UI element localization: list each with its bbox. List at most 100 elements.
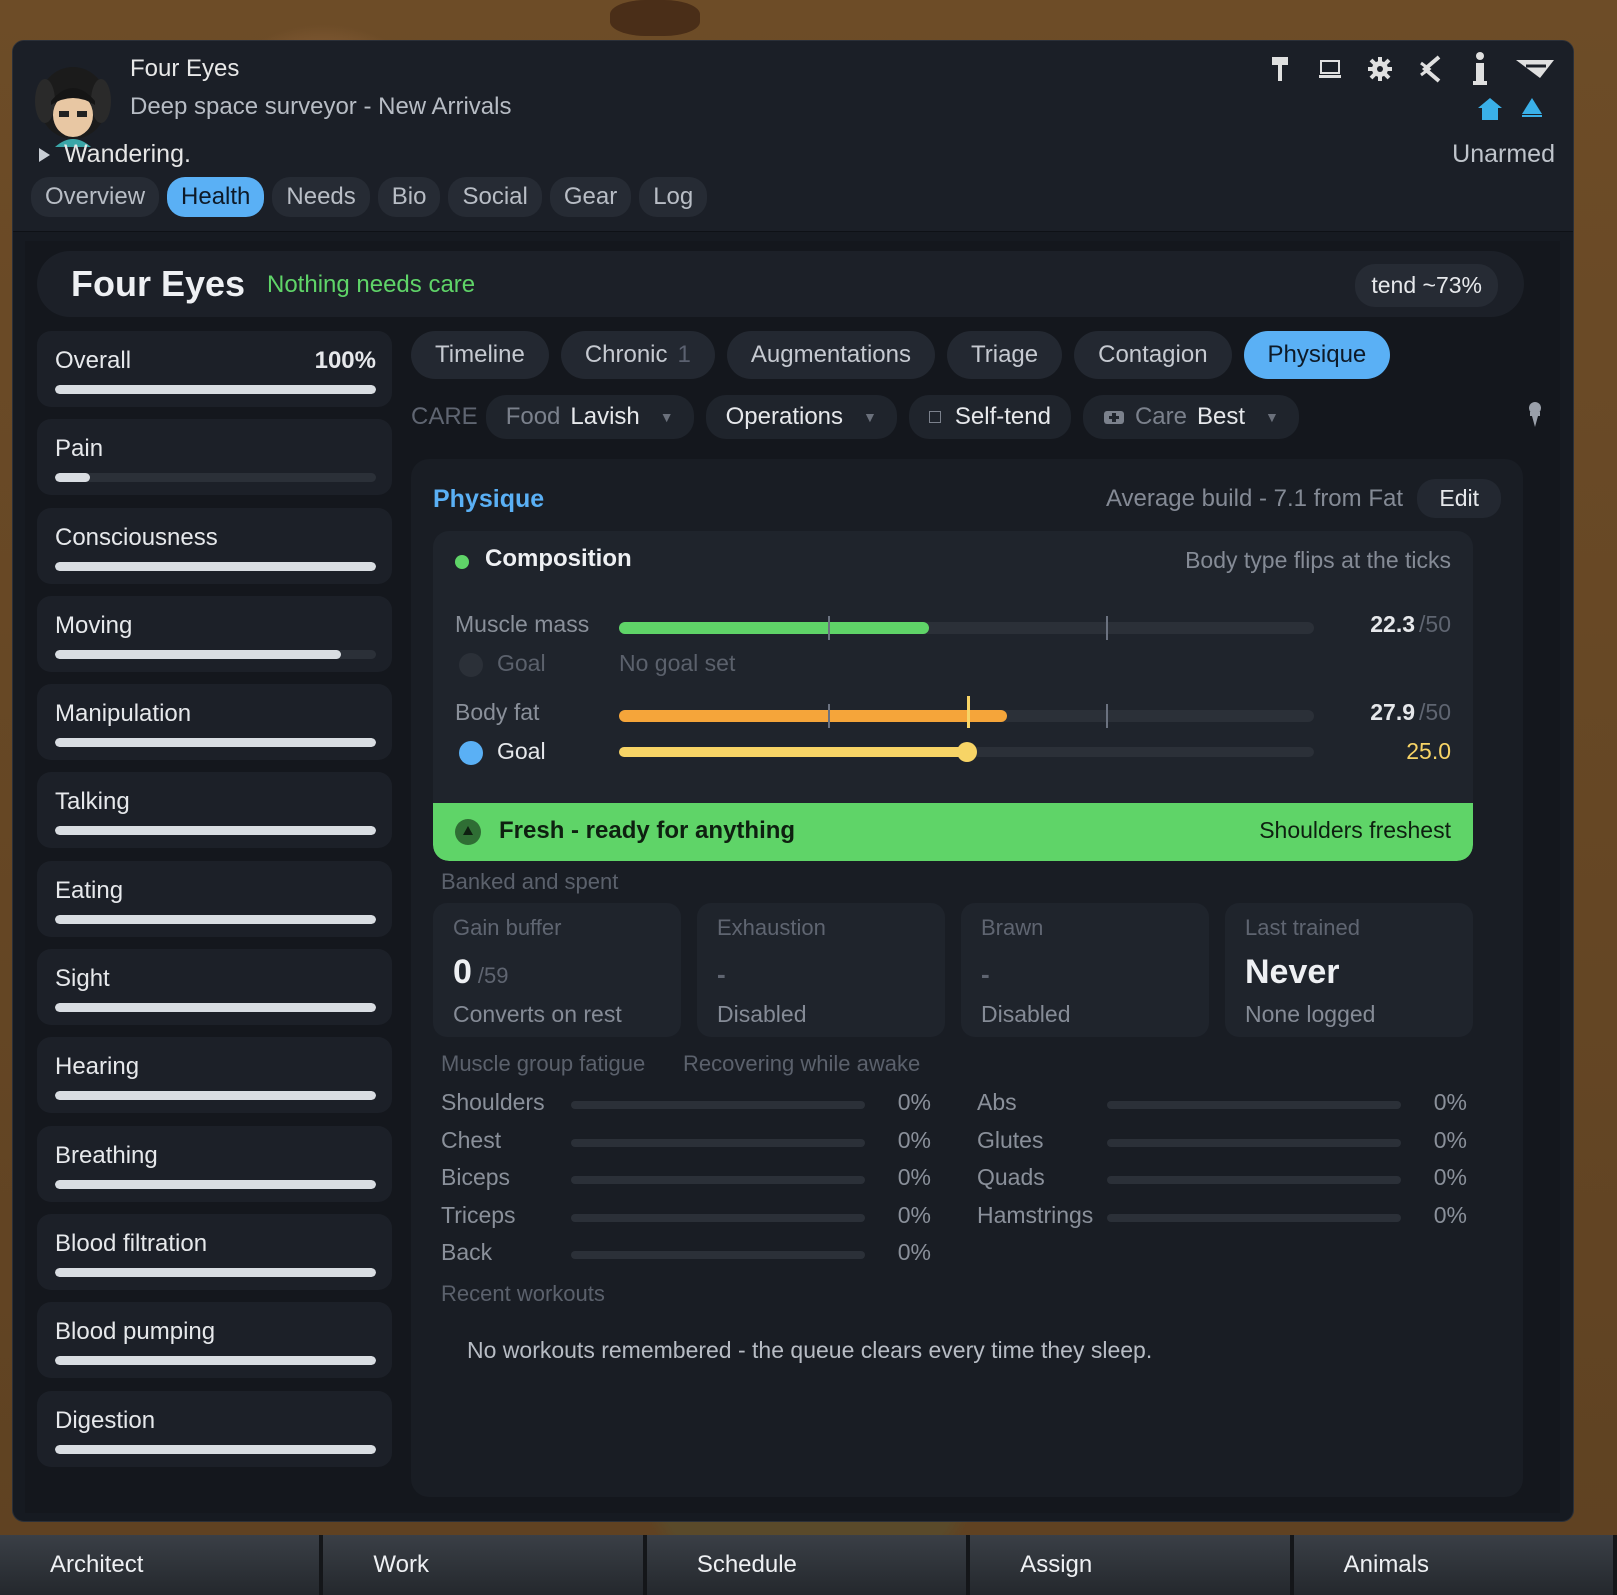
rank-icon[interactable] — [1521, 97, 1543, 117]
header-toolbar — [1265, 52, 1555, 85]
main-tab-architect[interactable]: Architect — [0, 1535, 324, 1595]
fatigue-row: Triceps 0% — [441, 1202, 931, 1232]
tab-social[interactable]: Social — [448, 177, 542, 217]
fatigue-bar — [571, 1101, 865, 1109]
capacity-label: Blood pumping — [55, 1318, 216, 1346]
banked-card: Gain buffer 0/59 Converts on rest — [433, 903, 681, 1037]
capacity-label: Digestion — [55, 1406, 156, 1434]
main-tab-schedule[interactable]: Schedule — [646, 1535, 971, 1595]
collapse-icon[interactable] — [1515, 53, 1555, 85]
composition-title: Composition — [485, 545, 632, 572]
freshness-banner: Fresh - ready for anything Shoulders fre… — [433, 803, 1473, 861]
composition-hint: Body type flips at the ticks — [1185, 547, 1451, 573]
laptop-icon[interactable] — [1315, 53, 1345, 85]
capacity-row[interactable]: Blood filtration — [37, 1213, 392, 1290]
fatigue-row: Biceps 0% — [441, 1164, 931, 1194]
card-label: Last trained — [1245, 915, 1360, 940]
tab-overview[interactable]: Overview — [31, 177, 160, 217]
pawn-name: Four Eyes — [130, 55, 240, 82]
composition-card: Composition Body type flips at the ticks… — [433, 531, 1473, 861]
chevron-down-icon: ▼ — [863, 409, 877, 425]
banked-card: Brawn - Disabled — [961, 903, 1209, 1037]
info-icon[interactable] — [1465, 52, 1495, 85]
muscle-bar — [619, 616, 1314, 640]
food-dropdown[interactable]: Food Lavish ▼ — [485, 395, 694, 439]
pawn-inspect-window: Four Eyes Deep space surveyor - New Arri… — [12, 40, 1574, 1522]
capacity-bar — [55, 561, 376, 571]
operations-dropdown[interactable]: Operations ▼ — [705, 395, 897, 439]
fatigue-bar — [571, 1251, 865, 1259]
care-status: Nothing needs care — [267, 271, 476, 298]
care-quality-dropdown[interactable]: Care Best ▼ — [1082, 395, 1299, 439]
capacity-row[interactable]: Manipulation — [37, 684, 392, 761]
self-tend-toggle[interactable]: Self-tend — [908, 395, 1071, 439]
capacity-bar — [55, 1267, 376, 1277]
capacity-bar — [55, 649, 376, 659]
capacity-row[interactable]: Breathing — [37, 1125, 392, 1202]
muscle-goal-radio[interactable] — [459, 653, 483, 677]
edit-button[interactable]: Edit — [1417, 479, 1501, 518]
hammer-icon[interactable] — [1265, 53, 1295, 85]
fatigue-row: Glutes 0% — [977, 1127, 1467, 1157]
capacity-row[interactable]: Talking — [37, 772, 392, 849]
fat-goal-fill — [619, 747, 967, 757]
faction-icon[interactable] — [1415, 53, 1445, 85]
capacity-row[interactable]: Sight — [37, 949, 392, 1026]
fatigue-row: Abs 0% — [977, 1089, 1467, 1119]
status-text: Wandering. — [64, 140, 191, 168]
fatigue-bar — [571, 1176, 865, 1184]
capacity-bar — [55, 385, 376, 394]
care-heading: CARE — [411, 403, 478, 430]
banked-title: Banked and spent — [441, 869, 619, 894]
subtab-triage[interactable]: Triage — [946, 331, 1063, 379]
pawn-status[interactable]: Wandering. — [39, 140, 191, 169]
capacity-row[interactable]: Pain — [37, 419, 392, 496]
fat-goal-slider[interactable] — [619, 742, 1314, 762]
capacity-fill — [55, 1091, 376, 1101]
tab-needs[interactable]: Needs — [272, 177, 370, 217]
pin-icon[interactable] — [1528, 401, 1542, 427]
main-tab-bar: Architect Work Schedule Assign Animals — [0, 1535, 1617, 1595]
fat-bar — [619, 696, 1314, 728]
fat-goal-handle[interactable] — [956, 742, 977, 762]
tab-gear[interactable]: Gear — [549, 177, 632, 217]
fat-label: Body fat — [455, 699, 540, 725]
capacity-row[interactable]: Hearing — [37, 1037, 392, 1114]
capacity-row[interactable]: Digestion — [37, 1390, 392, 1467]
subtab-physique[interactable]: Physique — [1243, 331, 1391, 379]
main-tab-work[interactable]: Work — [323, 1535, 647, 1595]
capacity-row[interactable]: Eating — [37, 860, 392, 937]
card-value: Never — [1245, 953, 1340, 991]
home-icon[interactable] — [1477, 97, 1503, 121]
terrain-rock — [610, 0, 700, 36]
health-panel: Four Eyes Nothing needs care tend ~73% O… — [25, 241, 1560, 1513]
main-tab-assign[interactable]: Assign — [970, 1535, 1294, 1595]
capacity-row[interactable]: Consciousness — [37, 507, 392, 584]
capacity-row[interactable]: Blood pumping — [37, 1302, 392, 1379]
tab-health[interactable]: Health — [167, 177, 265, 217]
capacity-label: Sight — [55, 965, 110, 993]
capacity-fill — [55, 1267, 376, 1277]
pawn-tabs: Overview Health Needs Bio Social Gear Lo… — [31, 177, 708, 217]
tab-log[interactable]: Log — [639, 177, 708, 217]
muscle-group-name: Glutes — [977, 1126, 1044, 1153]
pawn-subtitle: Deep space surveyor - New Arrivals — [130, 93, 512, 120]
subtab-chronic[interactable]: Chronic 1 — [560, 331, 715, 379]
fat-goal-value: 25.0 — [1406, 738, 1451, 764]
capacity-bar — [55, 473, 376, 483]
subtab-contagion[interactable]: Contagion — [1074, 331, 1232, 379]
tend-quality-badge: tend ~73% — [1355, 264, 1498, 307]
gear-icon[interactable] — [1365, 53, 1395, 85]
capacity-fill — [55, 1179, 376, 1189]
subtab-timeline[interactable]: Timeline — [411, 331, 549, 379]
fatigue-bar — [1107, 1213, 1401, 1222]
muscle-group-name: Chest — [441, 1126, 502, 1153]
main-tab-animals[interactable]: Animals — [1293, 1535, 1617, 1595]
banked-card: Exhaustion - Disabled — [697, 903, 945, 1037]
subtab-augmentations[interactable]: Augmentations — [726, 331, 935, 379]
capacity-row[interactable]: Overall 100% — [37, 331, 392, 407]
tab-bio[interactable]: Bio — [377, 177, 441, 217]
capacity-row[interactable]: Moving — [37, 595, 392, 672]
card-label: Exhaustion — [717, 915, 826, 940]
fat-goal-radio[interactable] — [459, 741, 483, 765]
